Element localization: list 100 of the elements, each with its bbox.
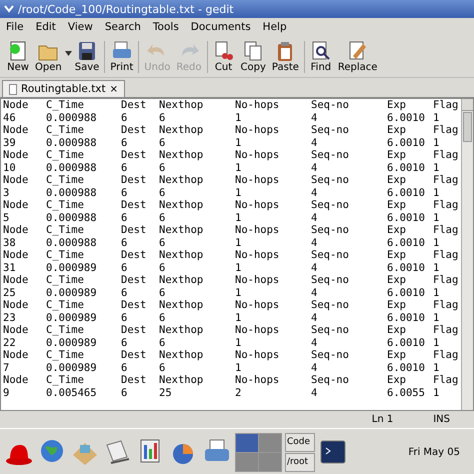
text-cell-text: 6 (121, 136, 128, 149)
text-cell-text: No-hops (235, 224, 280, 236)
menu-item[interactable]: Tools (152, 21, 179, 33)
text-cell-text: Dest (121, 199, 148, 212)
text-cell-text: Seq-no (311, 274, 350, 286)
text-cell-text: Nexthop (159, 174, 204, 186)
text-cell-text: 6 (159, 286, 166, 299)
text-cell-text: Exp (387, 124, 407, 136)
text-cell-text: Flag (432, 299, 460, 312)
workspace[interactable] (236, 434, 258, 452)
text-cell-text: 1 (235, 186, 242, 199)
workspace-switcher[interactable] (235, 432, 282, 472)
text-cell-text: 6.0010 (387, 336, 426, 349)
toolbar-button[interactable]: New (4, 39, 32, 74)
text-cell-text: 6 (121, 336, 128, 349)
menu-item[interactable]: Search (104, 21, 141, 33)
text-cell-text: Seq-no (311, 349, 350, 362)
text-cell-text: Nexthop (159, 124, 204, 136)
text-cell-text: Dest (121, 249, 148, 262)
window-menu-icon[interactable] (4, 5, 14, 13)
toolbar-button[interactable]: Find (306, 39, 335, 74)
text-cell-text: 1 (432, 162, 440, 174)
scrollbar[interactable] (461, 99, 473, 410)
text-cell-text: Node (3, 224, 30, 236)
clock: Fri May 05 (408, 446, 461, 458)
text-cell-text: 38 (3, 236, 17, 249)
menu-item[interactable]: Help (262, 21, 287, 33)
window-title: /root/Code_100/Routingtable.txt - gedit (18, 2, 234, 16)
text-cell-text: Nexthop (159, 324, 204, 336)
document-tab[interactable]: Routingtable.txt × (2, 80, 126, 97)
text-cell-text: Flag (432, 224, 460, 236)
search-icon (310, 40, 332, 62)
text-cell-text: 0.000989 (46, 362, 98, 374)
text-cell-text: 9 (3, 386, 10, 399)
text-cell-text: 1 (235, 136, 242, 149)
text-cell-text: 1 (235, 286, 242, 299)
text-cell-text: C_Time (46, 274, 85, 286)
text-cell-text: 0.000989 (46, 336, 98, 349)
text-cell-text: 6 (121, 236, 128, 249)
text-cell-text: 4 (311, 336, 318, 349)
text-cell-text: 1 (235, 262, 242, 274)
text-cell-text: 1 (432, 386, 440, 399)
text-cell-text: Dest (121, 124, 148, 136)
text-cell-text: 4 (311, 312, 318, 324)
text-cell-text: Seq-no (311, 224, 350, 236)
text-cell-text: Node (3, 124, 30, 136)
text-cell-text: 6.0010 (387, 286, 426, 299)
text-cell-text: 5 (3, 212, 10, 224)
toolbar-button[interactable]: Save (72, 39, 102, 74)
text-cell-text: 6 (159, 362, 166, 374)
toolbar-button[interactable]: Print (107, 39, 136, 74)
text-cell-text: Dest (121, 149, 148, 162)
task-button[interactable]: /root (285, 452, 315, 472)
text-cell-text: Node (3, 99, 30, 112)
task-button[interactable]: Code (285, 432, 315, 452)
text-cell-text: Nexthop (159, 299, 204, 312)
close-button[interactable]: × (110, 84, 118, 94)
text-cell-text: 4 (311, 386, 318, 399)
text-cell-text: 6 (159, 112, 166, 124)
menu-item[interactable]: Edit (36, 21, 56, 33)
menu-item[interactable]: File (6, 21, 24, 33)
text-cell-text: 6.0010 (387, 362, 426, 374)
text-cell-text: 1 (235, 162, 242, 174)
text-cell-text: C_Time (46, 324, 85, 336)
text-cell-text: C_Time (46, 149, 85, 162)
text-cell-text: 31 (3, 262, 17, 274)
text-cell-text: 6.0010 (387, 312, 426, 324)
text-cell-text: Dest (121, 374, 148, 386)
text-cell-text: Nexthop (159, 99, 204, 112)
toolbar-button[interactable]: Paste (268, 39, 302, 74)
text-cell-text: 39 (3, 136, 17, 149)
text-cell-text: 1 (235, 236, 242, 249)
text-cell-text: Node (3, 274, 30, 286)
text-cell-text: 6.0010 (387, 136, 426, 149)
text-cell-text: 6 (121, 312, 128, 324)
tab-label: Routingtable.txt (21, 83, 106, 95)
text-cell-text: Node (3, 374, 30, 386)
menu-item[interactable]: View (68, 21, 93, 33)
text-cell-text: 1 (235, 362, 242, 374)
toolbar-button[interactable]: Open (32, 39, 65, 74)
caret-icon[interactable] (64, 51, 72, 56)
text-cell-text: 6.0010 (387, 186, 426, 199)
text-cell-text: 23 (3, 312, 17, 324)
menu-item[interactable]: Documents (190, 21, 251, 33)
text-cell-text: 0.000988 (46, 136, 98, 149)
toolbar-button[interactable]: Replace (334, 39, 380, 74)
text-cell-text: 1 (235, 312, 242, 324)
text-cell-text: Exp (387, 224, 407, 236)
text-cell-text: Exp (387, 174, 407, 186)
text-cell-text: Seq-no (311, 199, 350, 212)
text-cell-text: 4 (311, 112, 318, 124)
toolbar-button[interactable]: Cut (210, 39, 238, 74)
toolbar-button[interactable]: Copy (238, 39, 269, 74)
text-cell-text: Exp (387, 99, 407, 112)
text-cell-text: 6 (159, 236, 166, 249)
text-cell-text: 1 (432, 136, 440, 149)
text-cell-text: C_Time (46, 99, 85, 112)
text-cell-text: C_Time (46, 249, 85, 262)
text-cell-text: Nexthop (159, 199, 204, 212)
pencil-icon (346, 40, 369, 62)
